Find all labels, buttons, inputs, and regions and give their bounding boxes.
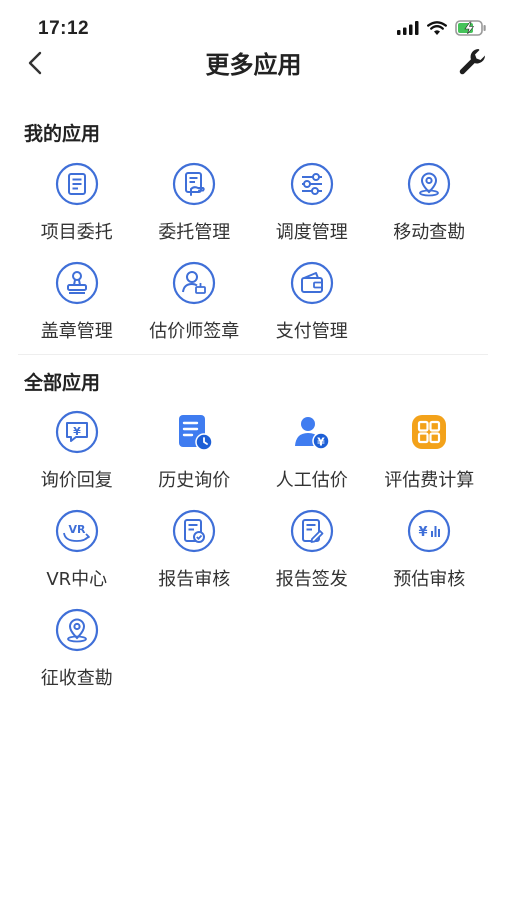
my-apps-title: 我的应用 [24, 123, 101, 145]
app-inquiry-reply[interactable]: ¥ 询价回复 [18, 410, 136, 509]
document-clock-icon [179, 415, 213, 451]
app-label: 预估审核 [393, 569, 466, 590]
app-label: 人工估价 [275, 470, 348, 491]
app-label: 调度管理 [275, 222, 348, 243]
wrench-icon[interactable] [457, 46, 489, 78]
sliders-icon [290, 162, 333, 206]
app-history-inquiry[interactable]: 历史询价 [136, 410, 254, 509]
status-bar: 17:12 [0, 0, 507, 44]
app-appraiser-sign[interactable]: 估价师签章 [136, 261, 254, 360]
document-check-icon [173, 509, 216, 553]
my-apps-grid: 项目委托 委托管理 调度管理 移动查勘 盖章管理 估价师签章 支付管理 [18, 162, 488, 360]
app-label: 报告签发 [275, 569, 348, 590]
app-report-review[interactable]: 报告审核 [136, 509, 254, 608]
app-entrust-manage[interactable]: 委托管理 [136, 162, 254, 261]
document-hand-icon [173, 162, 216, 206]
app-report-issue[interactable]: 报告签发 [253, 509, 371, 608]
svg-text:VR: VR [68, 523, 86, 536]
user-yen-icon: ¥ [294, 417, 330, 450]
all-apps-grid: ¥ 询价回复 历史询价 ¥ 人工估价 评估费计算 VR VR中心 报告审核 报告… [18, 410, 488, 707]
svg-text:¥: ¥ [317, 436, 325, 449]
document-edit-icon [290, 509, 333, 553]
all-apps-title: 全部应用 [24, 372, 101, 394]
user-stamp-icon [173, 261, 216, 305]
wifi-icon [427, 20, 447, 35]
document-list-icon [55, 162, 98, 206]
app-estimate-review[interactable]: ¥ 预估审核 [371, 509, 489, 608]
battery-icon [455, 20, 486, 36]
status-time: 17:12 [38, 18, 90, 39]
wallet-icon [290, 261, 333, 305]
svg-text:¥: ¥ [73, 425, 81, 438]
yen-chart-icon: ¥ [408, 509, 451, 553]
app-label: 报告审核 [158, 569, 231, 590]
app-label: 委托管理 [158, 222, 231, 243]
app-label: 询价回复 [40, 470, 113, 491]
app-label: 移动查勘 [393, 222, 466, 243]
status-icons [397, 20, 487, 36]
app-label: 项目委托 [40, 222, 113, 243]
app-label: 盖章管理 [40, 321, 113, 342]
calculator-icon [412, 415, 447, 449]
app-label: 支付管理 [275, 321, 348, 342]
app-label: 历史询价 [158, 470, 231, 491]
svg-text:¥: ¥ [419, 525, 428, 540]
app-project-entrust[interactable]: 项目委托 [18, 162, 136, 261]
section-divider [18, 354, 488, 355]
app-label: VR中心 [46, 569, 108, 590]
app-label: 征收查勘 [40, 668, 113, 689]
signal-icon [397, 21, 419, 35]
app-stamp-manage[interactable]: 盖章管理 [18, 261, 136, 360]
page-title: 更多应用 [205, 51, 302, 79]
app-dispatch-manage[interactable]: 调度管理 [253, 162, 371, 261]
chat-yen-icon: ¥ [55, 410, 98, 454]
location-pin-icon [55, 608, 98, 652]
app-mobile-survey[interactable]: 移动查勘 [371, 162, 489, 261]
app-label: 评估费计算 [384, 470, 475, 491]
app-fee-calculation[interactable]: 评估费计算 [371, 410, 489, 509]
app-manual-valuation[interactable]: ¥ 人工估价 [253, 410, 371, 509]
location-pin-icon [408, 162, 451, 206]
app-label: 估价师签章 [149, 321, 240, 342]
app-vr-center[interactable]: VR VR中心 [18, 509, 136, 608]
vr-icon: VR [55, 509, 98, 553]
stamp-icon [55, 261, 98, 305]
navigation-bar: 更多应用 [0, 40, 507, 86]
app-expropriation-survey[interactable]: 征收查勘 [18, 608, 136, 707]
app-payment-manage[interactable]: 支付管理 [253, 261, 371, 360]
